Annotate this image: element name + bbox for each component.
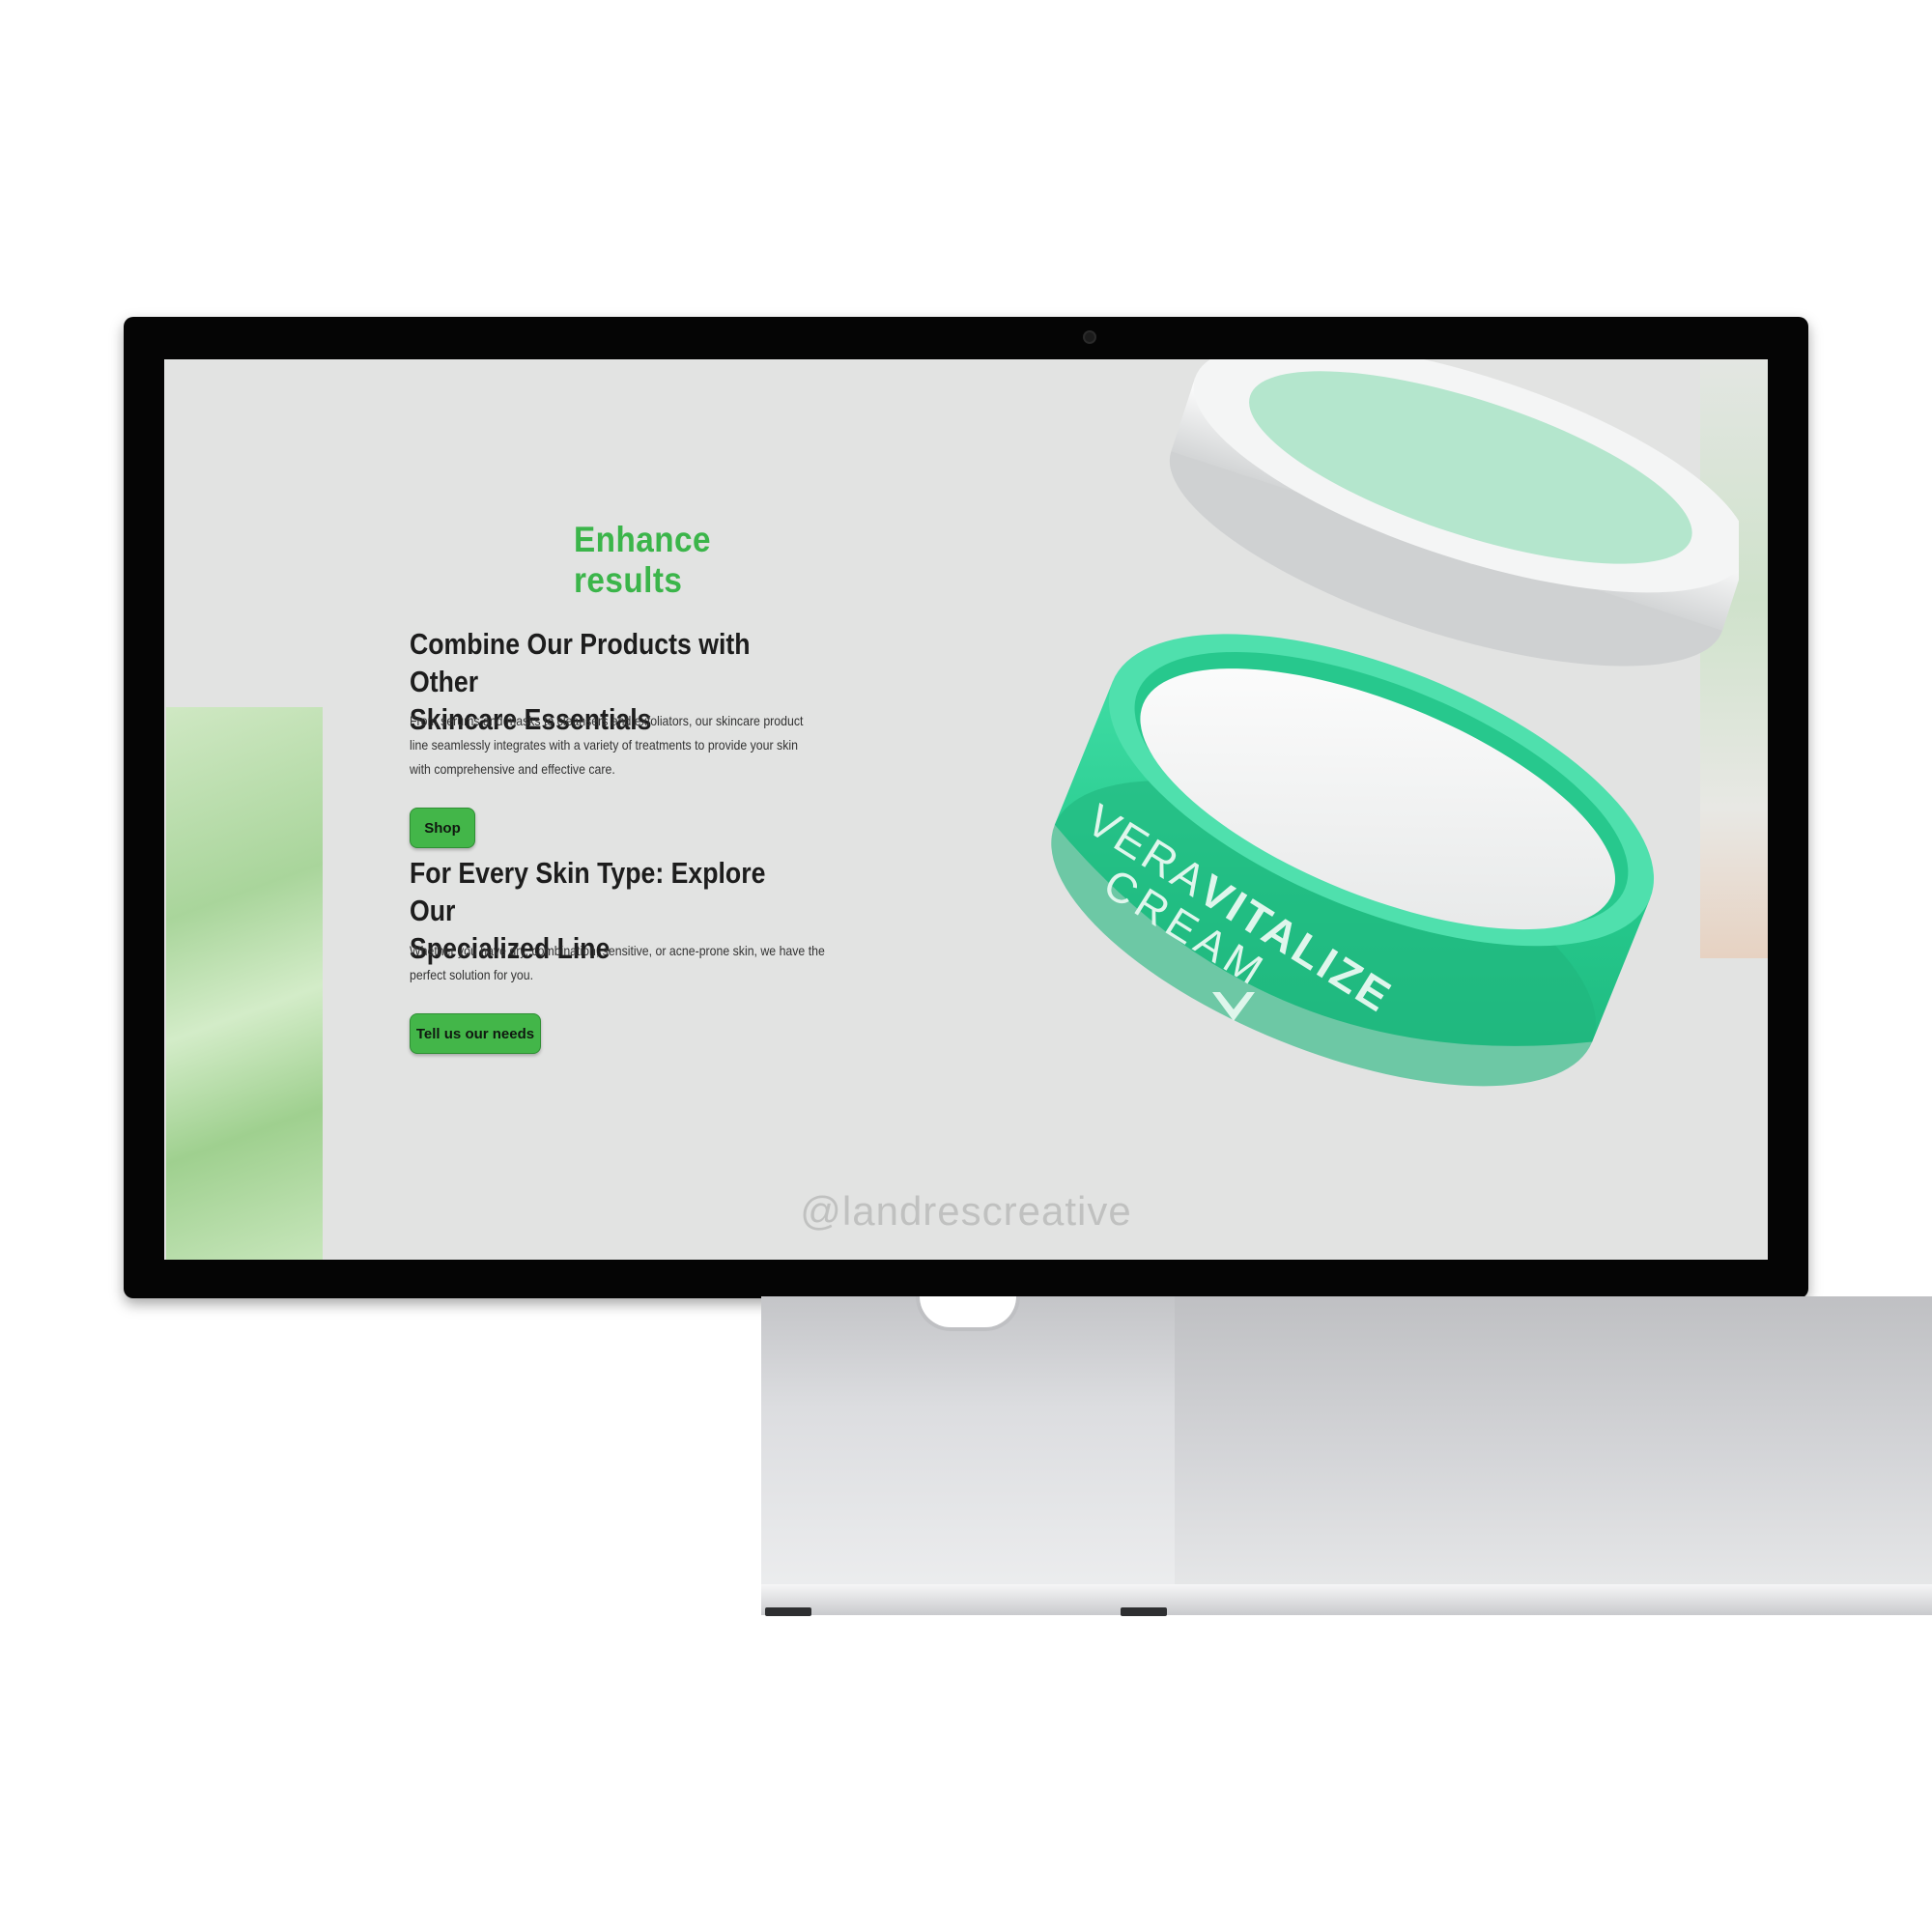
stand-edge [761,1584,1932,1615]
aloe-leaf-image [166,707,323,1260]
watermark: @landrescreative [800,1188,1132,1234]
monitor-stand [761,1296,1175,1615]
monitor-stand-base [1175,1296,1932,1615]
stand-foot [1121,1607,1167,1616]
monitor-frame: Enhance results Combine Our Products wit… [124,317,1808,1298]
section-title: Enhance results [574,520,711,600]
block-body-combine: From serums and masks to cleansers and e… [410,709,843,781]
block-title-line: For Every Skin Type: Explore Our [410,856,766,927]
block-body-skin-type: Whether you have dry, combination, sensi… [410,939,843,987]
body-line: with comprehensive and effective care. [410,761,615,777]
stand-foot [765,1607,811,1616]
website-screen: Enhance results Combine Our Products wit… [164,359,1768,1260]
cream-jar-image: VERAVITALIZE CREAM [1051,359,1739,1087]
body-line: perfect solution for you. [410,967,534,982]
block-title-line: Combine Our Products with Other [410,627,751,698]
webcam-icon [1083,330,1096,344]
shop-button[interactable]: Shop [410,808,475,848]
tell-us-needs-button[interactable]: Tell us our needs [410,1013,541,1054]
body-line: From serums and masks to cleansers and e… [410,713,804,728]
body-line: line seamlessly integrates with a variet… [410,737,798,753]
body-line: Whether you have dry, combination, sensi… [410,943,825,958]
